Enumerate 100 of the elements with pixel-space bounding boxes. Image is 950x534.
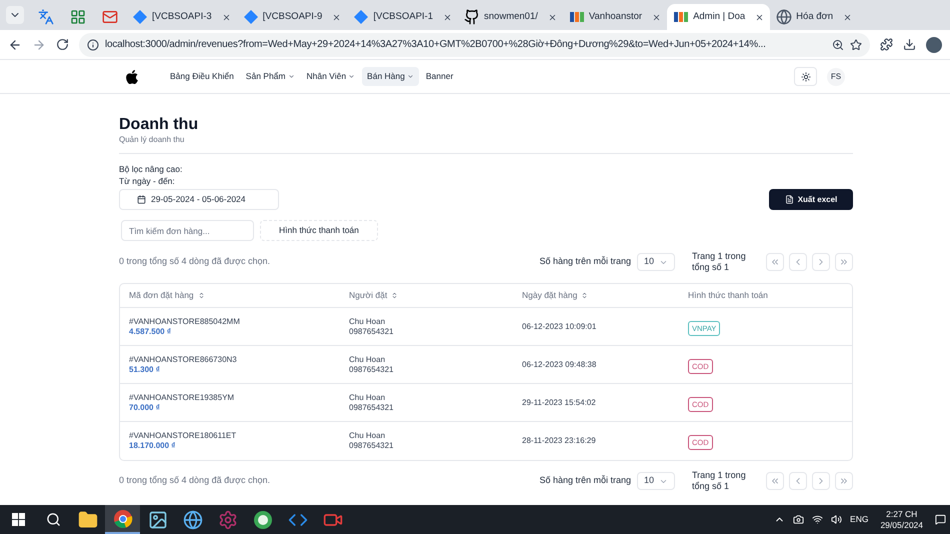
order-amount: 4.587.500 ₫ [129, 326, 172, 336]
theme-toggle-button[interactable] [794, 67, 817, 86]
address-bar[interactable]: localhost:3000/admin/revenues?from=Wed+May+29+2024+14%3A27%3A10+GMT%2B0700+%28Giờ+Đông+Dương%29&to=Wed+Jun+05+2024+14%... [79, 32, 870, 56]
star-icon[interactable] [850, 38, 862, 50]
close-icon[interactable] [222, 12, 231, 22]
volume-icon[interactable] [831, 514, 842, 525]
date-range-picker[interactable]: 29-05-2024 - 05-06-2024 [119, 189, 279, 210]
customer-name: Chu Hoan [349, 316, 386, 326]
filter-heading: Bộ lọc nâng cao: [119, 163, 184, 175]
customer-phone: 0987654321 [349, 326, 394, 336]
app-icon [252, 510, 272, 530]
folder-icon [78, 510, 98, 530]
rows-per-page-label: Số hàng trên mỗi trang [539, 255, 631, 268]
order-date: 06-12-2023 09:48:38 [522, 358, 598, 370]
tab-list-button[interactable] [6, 6, 24, 24]
tab-title: snowmen01/ [484, 10, 538, 24]
clock-date[interactable]: 29/05/2024 [880, 520, 923, 530]
customer-name: Chu Hoan [349, 392, 386, 402]
browser-tab[interactable]: snowmen01/ [458, 4, 563, 30]
close-icon[interactable] [843, 12, 852, 22]
forward-icon[interactable] [32, 38, 46, 52]
grid-icon [70, 9, 86, 25]
tab-title: Vanhoanstor [588, 10, 642, 24]
customer-phone: 0987654321 [349, 441, 394, 451]
browser-tab[interactable]: Hóa đơn [770, 4, 858, 30]
logo-icon [568, 9, 585, 25]
file-icon [784, 195, 794, 204]
close-icon[interactable] [332, 12, 342, 22]
close-icon[interactable] [755, 12, 764, 22]
language-indicator[interactable]: ENG [850, 513, 868, 526]
taskbar-app[interactable] [105, 505, 140, 534]
tab-title: Admin | Doa [693, 10, 746, 24]
profile-avatar[interactable] [926, 36, 942, 52]
diamond-icon [353, 9, 370, 25]
order-date: 06-12-2023 10:09:01 [522, 320, 598, 332]
search-icon [46, 512, 60, 527]
globe-icon [776, 9, 792, 25]
close-icon[interactable] [652, 12, 662, 22]
payment-filter-button[interactable]: Hình thức thanh toán [260, 220, 378, 241]
customer-phone: 0987654321 [349, 402, 394, 412]
nav-item[interactable]: Sản Phẩm [240, 67, 300, 86]
zoom-icon[interactable] [832, 38, 844, 50]
diamond-icon [132, 9, 148, 25]
apple-icon[interactable] [124, 68, 140, 84]
customer-phone: 0987654321 [349, 364, 394, 374]
search-field[interactable]: Tìm kiếm đơn hàng... [121, 220, 254, 241]
selection-count: 0 trong tổng số 4 dòng đã được chọn. [119, 474, 270, 488]
browser-tab[interactable]: [VCBSOAPI-3 [126, 4, 237, 30]
order-id: #VANHOANSTORE19385YM [129, 392, 236, 402]
export-excel-button[interactable]: Xuất excel [769, 189, 853, 210]
column-header[interactable]: Mã đơn đặt hàng [129, 289, 349, 302]
reload-icon[interactable] [56, 38, 69, 51]
order-id: #VANHOANSTORE885042MM [129, 316, 241, 326]
close-icon[interactable] [443, 12, 452, 22]
order-id: #VANHOANSTORE180611ET [129, 431, 238, 441]
tab-title: [VCBSOAPI-1 [373, 10, 434, 24]
browser-tab[interactable]: Admin | Doa [667, 4, 770, 30]
browser-tab[interactable]: [VCBSOAPI-9 [236, 4, 348, 30]
column-header[interactable]: Ngày đặt hàng [522, 289, 688, 302]
date-range-label: Từ ngày - đến: [119, 175, 176, 187]
close-icon[interactable] [548, 12, 557, 22]
sun-icon [800, 72, 810, 82]
customer-name: Chu Hoan [349, 431, 386, 441]
rows-per-page-select[interactable]: 10 [637, 253, 675, 271]
page-total: tổng số 1 [692, 262, 730, 273]
double-chevron-left-icon [770, 257, 780, 267]
browser-tab[interactable]: Vanhoanstor [562, 4, 668, 30]
customer-name: Chu Hoan [349, 354, 386, 364]
page-total: tổng số 1 [692, 481, 730, 492]
url-text: localhost:3000/admin/revenues?from=Wed+May+29+2024+14%3A27%3A10+GMT%2B0700+%28Giờ+Đông+Dương%29&to=Wed+Jun+05+2024+14%... [105, 38, 766, 52]
network-icon[interactable] [812, 514, 824, 525]
download-icon[interactable] [903, 38, 916, 51]
browser-icon [112, 508, 132, 528]
logo-icon [673, 9, 690, 25]
user-avatar[interactable]: FS [827, 68, 845, 86]
nav-item[interactable]: Banner [420, 67, 458, 86]
extensions-icon[interactable] [880, 38, 893, 51]
back-icon[interactable] [8, 38, 22, 52]
column-header[interactable]: Người đặt [349, 289, 522, 302]
page-info: Trang 1 trong [692, 251, 747, 262]
notification-icon[interactable] [935, 514, 946, 525]
diamond-icon [242, 9, 259, 25]
rows-per-page-select[interactable]: 10 [637, 472, 675, 490]
info-icon[interactable] [87, 38, 99, 50]
rows-per-page-label: Số hàng trên mỗi trang [539, 474, 631, 488]
nav-item[interactable]: Bán Hàng [362, 67, 419, 86]
nav-item[interactable]: Bảng Điều Khiển [165, 67, 239, 86]
order-amount: 18.170.000 ₫ [129, 441, 176, 451]
image-icon [148, 510, 168, 530]
nav-item[interactable]: Nhân Viên [302, 67, 360, 86]
tab-title: [VCBSOAPI-9 [262, 10, 322, 24]
double-chevron-left-icon [770, 476, 780, 486]
order-amount: 51.300 ₫ [129, 364, 161, 374]
column-header[interactable]: Hình thức thanh toán [688, 289, 852, 302]
order-date: 28-11-2023 23:16:29 [522, 435, 597, 447]
windows-icon [12, 513, 24, 526]
cat-icon [464, 9, 480, 25]
clock-time[interactable]: 2:27 CH [886, 508, 918, 520]
camera-icon[interactable] [793, 514, 804, 525]
browser-tab[interactable]: [VCBSOAPI-1 [347, 4, 458, 30]
